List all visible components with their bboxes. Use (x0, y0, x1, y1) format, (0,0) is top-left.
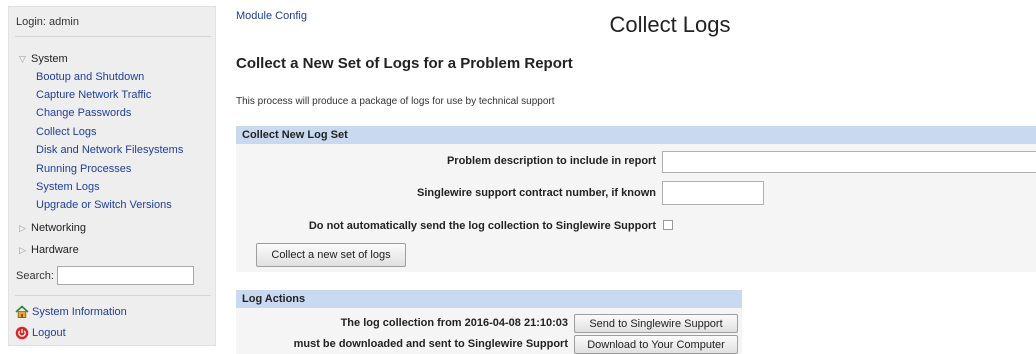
home-icon (15, 305, 29, 319)
system-information-label: System Information (32, 306, 127, 318)
search-row: Search: (16, 266, 194, 285)
send-to-support-button[interactable]: Send to Singlewire Support (574, 314, 738, 333)
triangle-right-icon: ▷ (19, 244, 26, 255)
contract-number-label: Singlewire support contract number, if k… (417, 187, 656, 199)
power-icon (15, 326, 29, 340)
log-collection-instruction: must be downloaded and sent to Singlewir… (293, 338, 568, 350)
system-information-link[interactable]: System Information (15, 305, 127, 319)
sidebar-item-capture-network-traffic[interactable]: Capture Network Traffic (36, 89, 151, 101)
collect-logs-button[interactable]: Collect a new set of logs (256, 243, 406, 267)
sidebar-item-disk-network-filesystems[interactable]: Disk and Network Filesystems (36, 144, 183, 156)
collect-section-header: Collect New Log Set (236, 126, 1036, 144)
sidebar-item-collect-logs[interactable]: Collect Logs (36, 126, 97, 138)
download-button[interactable]: Download to Your Computer (574, 335, 738, 354)
problem-description-label: Problem description to include in report (446, 155, 656, 167)
log-collection-status: The log collection from 2016-04-08 21:10… (340, 317, 568, 329)
search-label: Search: (16, 269, 54, 282)
tree-networking-label: Networking (31, 222, 87, 234)
log-actions-header: Log Actions (236, 290, 742, 308)
logout-label: Logout (32, 327, 66, 339)
divider (15, 36, 211, 37)
divider (15, 295, 211, 296)
tree-networking[interactable]: ▷ Networking (19, 222, 86, 234)
no-auto-send-checkbox[interactable] (663, 220, 673, 230)
sidebar-item-bootup-shutdown[interactable]: Bootup and Shutdown (36, 71, 144, 83)
contract-number-input[interactable] (662, 181, 764, 205)
module-config-link[interactable]: Module Config (236, 10, 307, 22)
sidebar-item-upgrade-switch-versions[interactable]: Upgrade or Switch Versions (36, 199, 172, 211)
tree-system-label: System (31, 53, 68, 65)
search-input[interactable] (56, 266, 194, 285)
logout-link[interactable]: Logout (15, 326, 66, 340)
sidebar: Login: admin ▽ System Bootup and Shutdow… (8, 6, 216, 346)
sidebar-item-system-logs[interactable]: System Logs (36, 181, 100, 193)
tree-system[interactable]: ▽ System (19, 53, 68, 65)
triangle-down-icon: ▽ (19, 53, 26, 64)
page-title: Collect Logs (609, 12, 731, 37)
description-text: This process will produce a package of l… (236, 96, 555, 107)
no-auto-send-label: Do not automatically send the log collec… (308, 220, 656, 232)
sidebar-item-change-passwords[interactable]: Change Passwords (36, 107, 131, 119)
triangle-right-icon: ▷ (19, 222, 26, 233)
tree-hardware-label: Hardware (31, 244, 79, 256)
problem-description-input[interactable] (662, 151, 1036, 173)
tree-hardware[interactable]: ▷ Hardware (19, 244, 79, 256)
login-label: Login: admin (16, 16, 79, 28)
section-heading: Collect a New Set of Logs for a Problem … (236, 55, 573, 72)
sidebar-item-running-processes[interactable]: Running Processes (36, 163, 131, 175)
